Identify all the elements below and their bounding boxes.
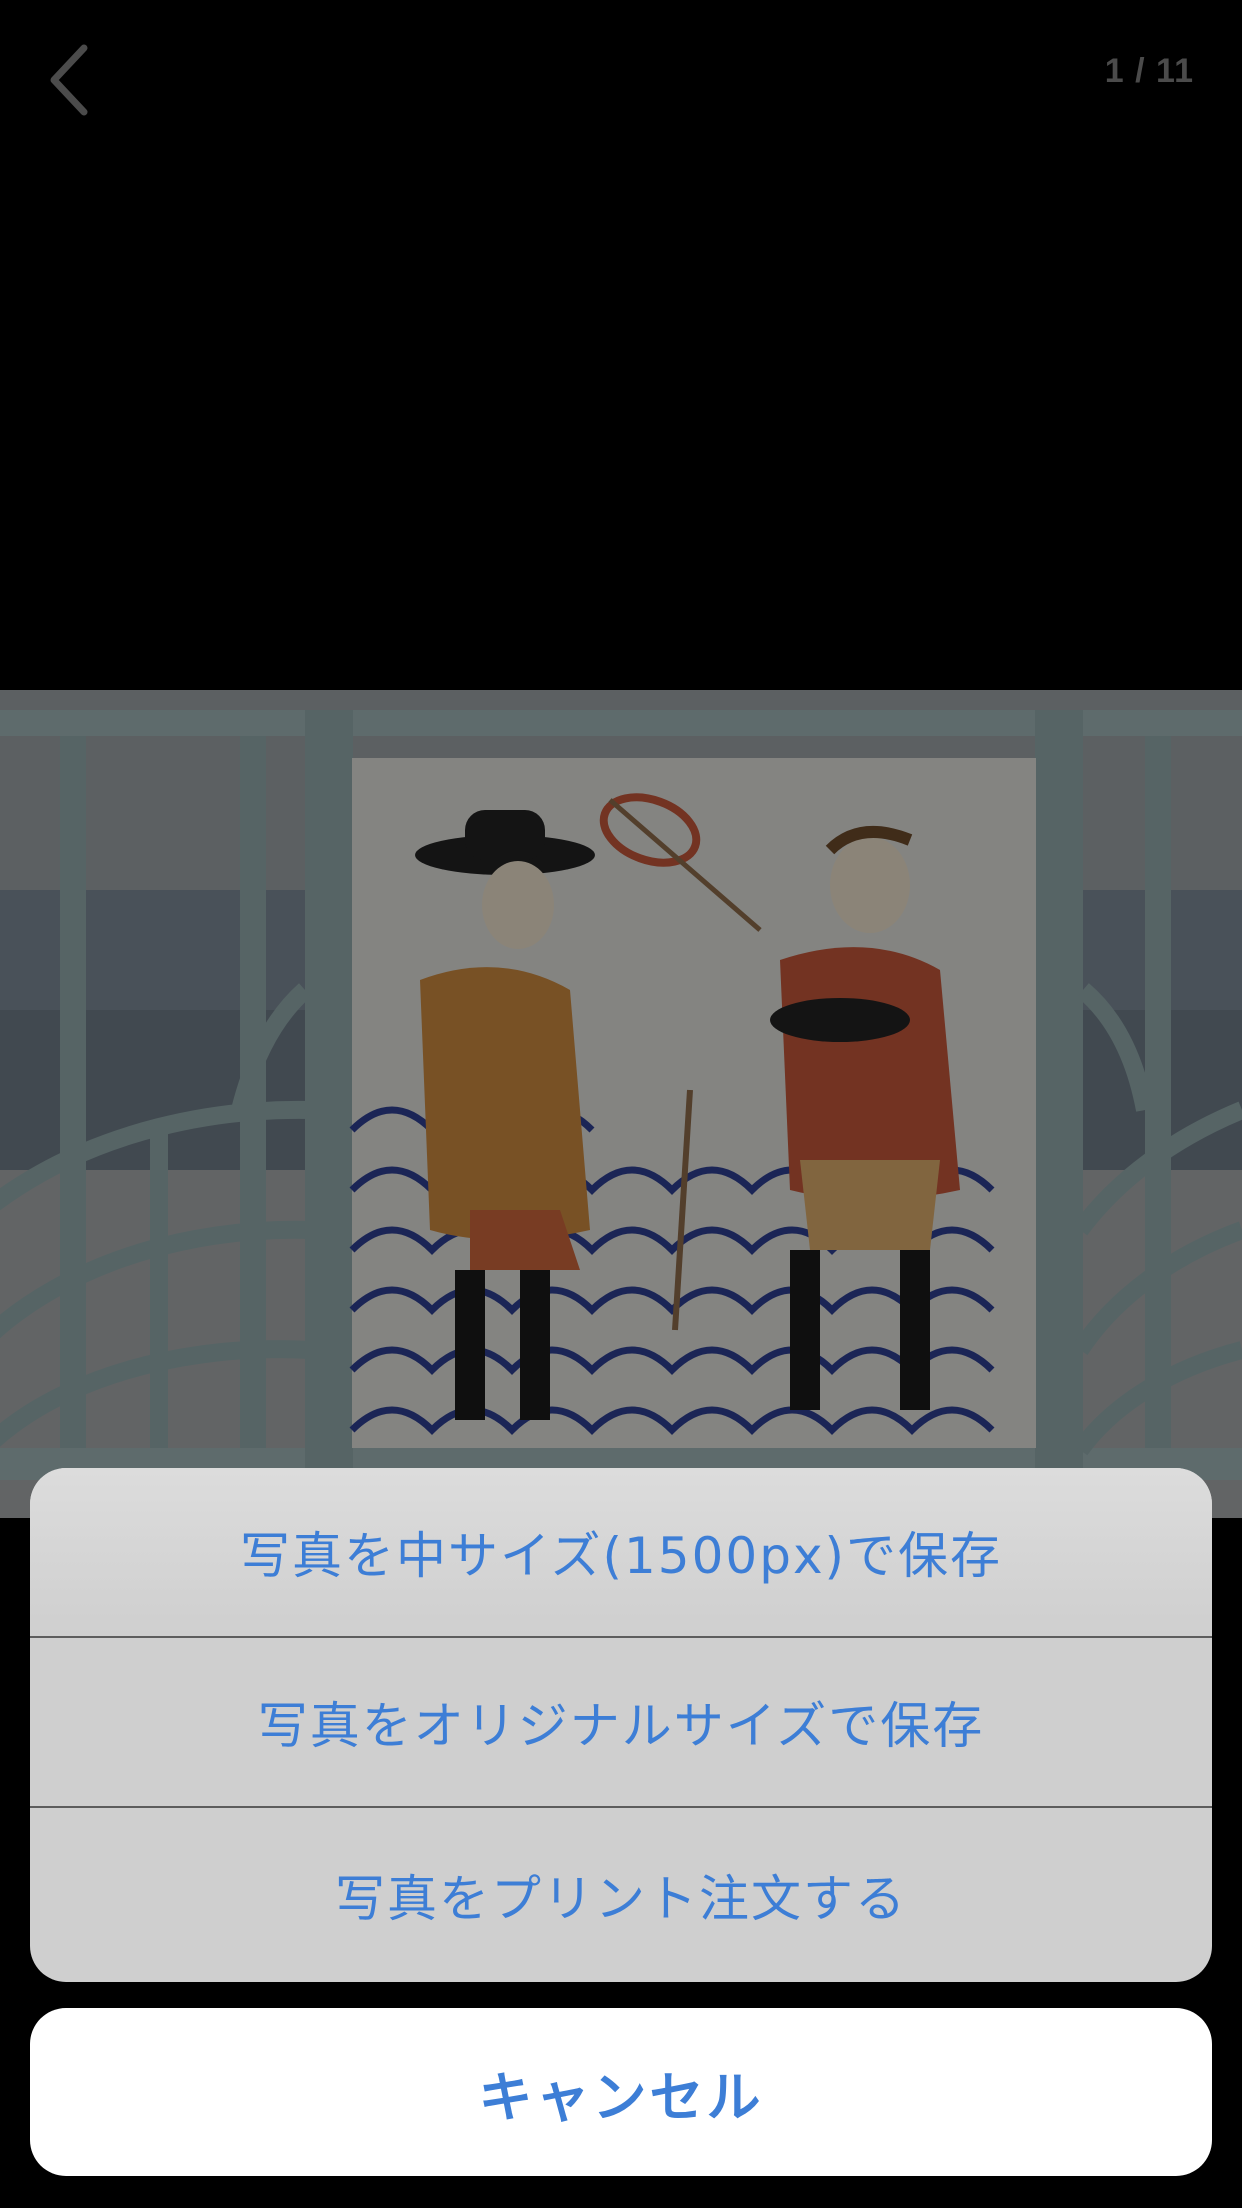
action-sheet: 写真を中サイズ(1500px)で保存 写真をオリジナルサイズで保存 写真をプリン… — [30, 1468, 1212, 1982]
photo-viewer-screen: 1 / 11 写真を中サイズ(1500px)で保存 写真をオリジナルサイズで保存… — [0, 0, 1242, 2208]
save-medium-size-button[interactable]: 写真を中サイズ(1500px)で保存 — [30, 1468, 1212, 1638]
order-print-button[interactable]: 写真をプリント注文する — [30, 1808, 1212, 1982]
save-original-size-button[interactable]: 写真をオリジナルサイズで保存 — [30, 1638, 1212, 1808]
cancel-button[interactable]: キャンセル — [30, 2008, 1212, 2176]
